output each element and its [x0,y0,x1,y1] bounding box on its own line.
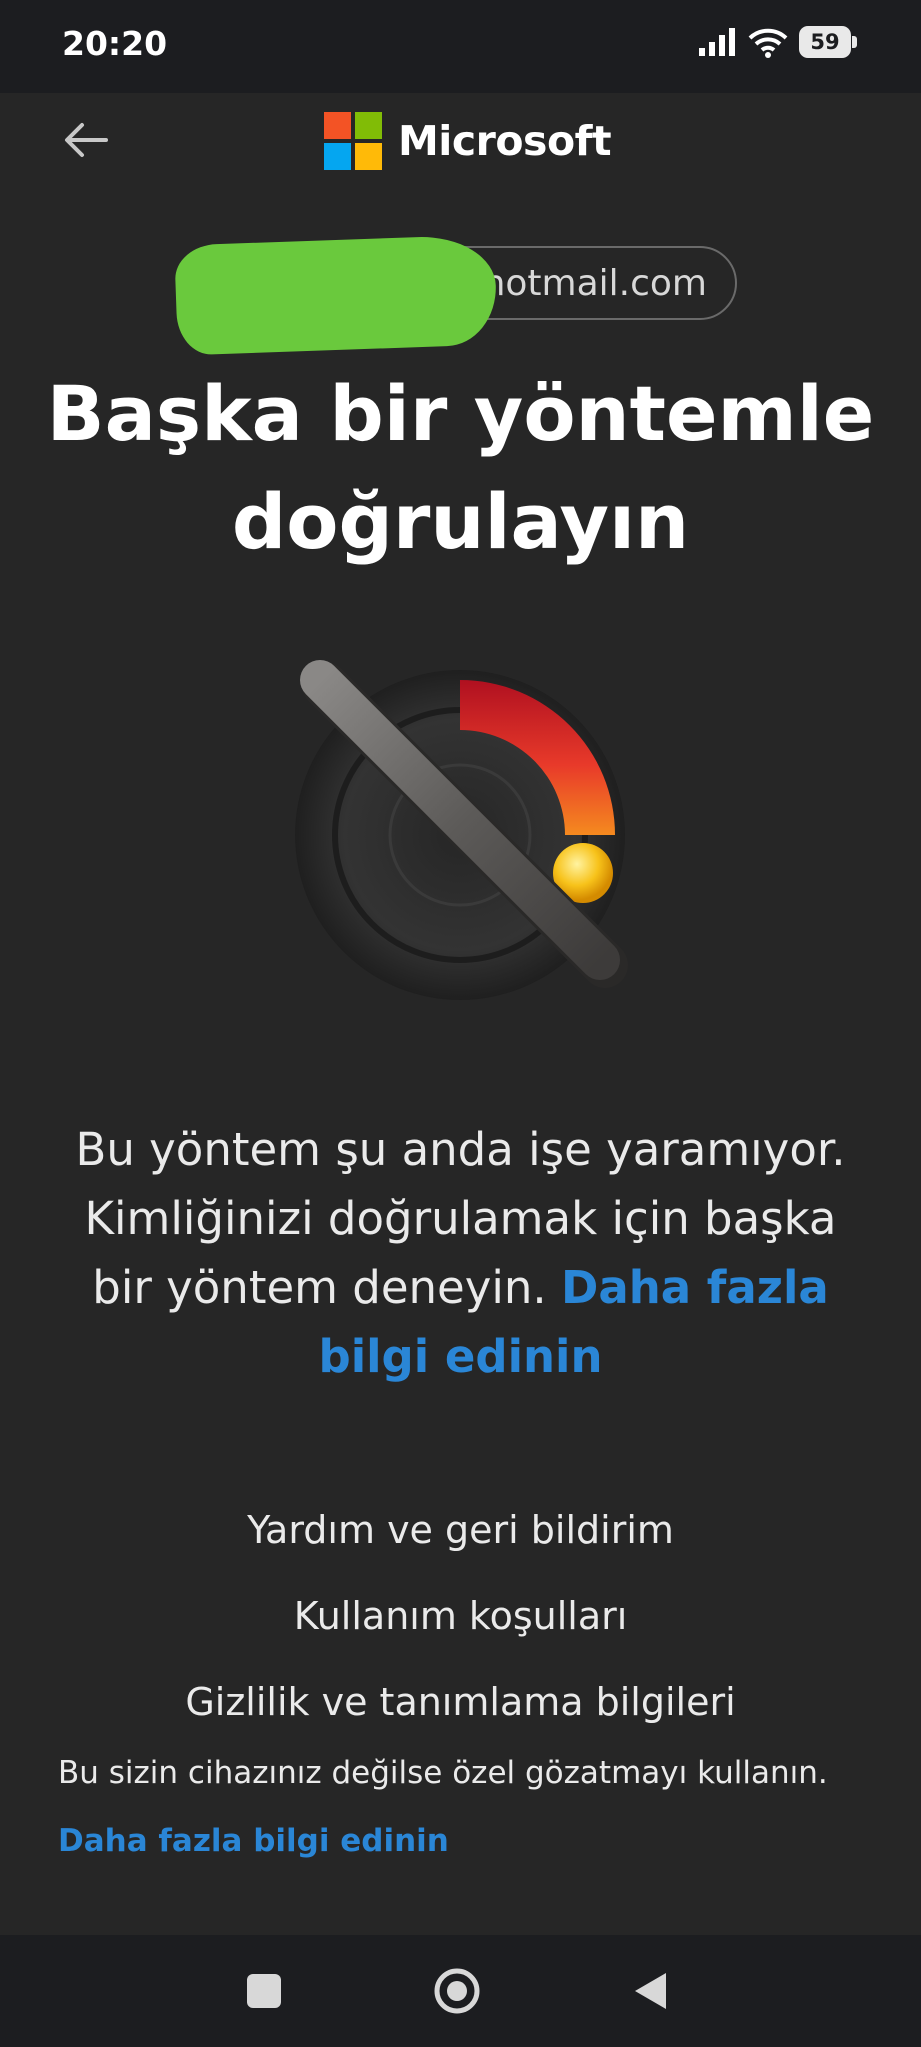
method-unavailable-illustration [295,660,628,1000]
status-icons: 59 [697,26,857,58]
back-arrow-icon[interactable] [62,120,110,160]
status-bar: 20:20 59 [0,0,921,93]
brand-name: Microsoft [398,117,612,165]
privacy-cookies-link[interactable]: Gizlilik ve tanımlama bilgileri [0,1680,921,1724]
page-title: Başka bir yöntemle doğrulayın [40,360,881,576]
status-time: 20:20 [62,24,168,63]
signal-icon [699,28,735,56]
private-browsing-notice: Bu sizin cihazınız değilse özel gözatmay… [58,1755,828,1791]
triangle-back-icon [635,1973,666,2009]
terms-of-use-link[interactable]: Kullanım koşulları [0,1594,921,1638]
battery-icon: 59 [799,26,857,58]
home-button[interactable] [417,1935,497,2047]
title-line-2: doğrulayın [231,477,690,566]
battery-level: 59 [810,30,840,54]
redaction-mark [174,234,498,356]
title-line-1: Başka bir yöntemle [46,369,875,458]
microsoft-logo-icon [324,112,382,170]
navigation-bar [0,1935,921,2047]
notice-learn-more-link[interactable]: Daha fazla bilgi edinin [58,1823,449,1859]
wifi-icon [748,28,788,58]
info-message: Bu yöntem şu anda işe yaramıyor. Kimliği… [60,1115,861,1391]
recents-button[interactable] [224,1935,304,2047]
help-feedback-link[interactable]: Yardım ve geri bildirim [0,1508,921,1552]
circle-icon [434,1968,480,2014]
square-icon [247,1974,281,2008]
back-button[interactable] [610,1935,690,2047]
microsoft-brand: Microsoft [324,112,612,170]
